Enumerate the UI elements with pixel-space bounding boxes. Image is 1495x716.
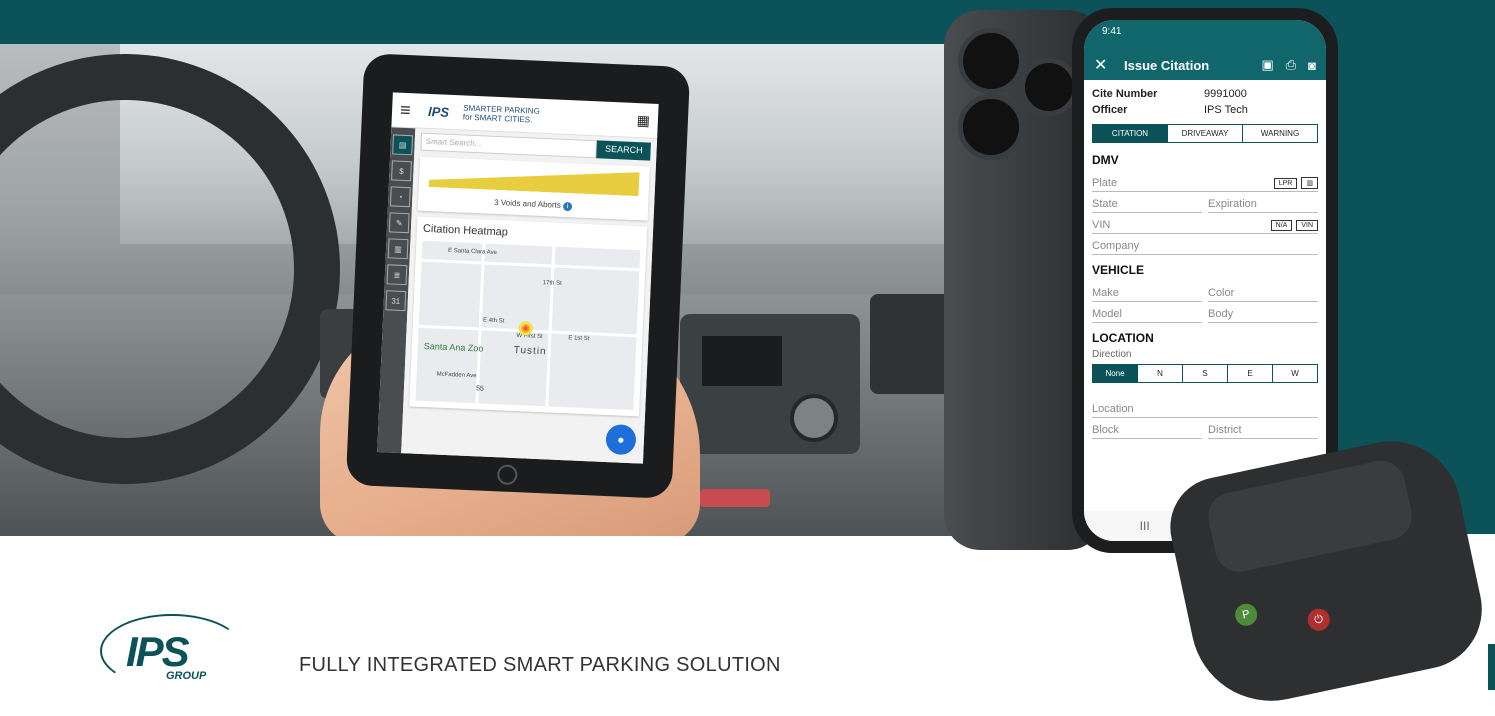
- screen-title: Issue Citation: [1124, 57, 1210, 73]
- vin-scan-button[interactable]: VIN: [1296, 219, 1318, 231]
- smart-search-input[interactable]: Smart Search...: [420, 132, 598, 159]
- direction-s[interactable]: S: [1182, 365, 1227, 382]
- dash-red-light: [700, 489, 770, 507]
- close-icon[interactable]: ✕: [1094, 55, 1124, 75]
- heatmap-map[interactable]: E Santa Clara Ave 17th St E 4th St W Fir…: [415, 240, 641, 411]
- ips-group-logo: IPS GROUP: [92, 608, 244, 690]
- smart-search-bar: Smart Search... SEARCH: [420, 132, 651, 161]
- voids-label: 3 Voids and Aborts i: [424, 195, 642, 214]
- direction-e[interactable]: E: [1227, 365, 1272, 382]
- tablet-screen: ≡ IPS SMARTER PARKING for SMART CITIES. …: [377, 92, 659, 464]
- officer-label: Officer: [1092, 104, 1128, 116]
- info-icon[interactable]: i: [562, 201, 573, 212]
- heatmap-card: Citation Heatmap E Santa Clara Ave 17th …: [409, 216, 648, 417]
- status-bar: 9:41: [1084, 20, 1326, 50]
- location-field[interactable]: Location: [1092, 397, 1318, 418]
- vehicle-heading: VEHICLE: [1092, 263, 1145, 277]
- state-field[interactable]: State: [1092, 192, 1202, 213]
- map-label: 17th St: [542, 280, 562, 287]
- apps-grid-icon[interactable]: ▦: [636, 112, 650, 130]
- map-label: E 1st St: [568, 335, 590, 343]
- tablet-device: ≡ IPS SMARTER PARKING for SMART CITIES. …: [345, 53, 691, 499]
- save-icon[interactable]: ▣: [1261, 57, 1273, 73]
- heatmap-title: Citation Heatmap: [422, 222, 509, 239]
- logo-subtext: GROUP: [166, 670, 207, 682]
- plate-field[interactable]: Plate LPR ▥: [1092, 171, 1318, 192]
- voids-text: 3 Voids and Aborts: [494, 197, 562, 210]
- location-heading: LOCATION: [1092, 331, 1154, 345]
- officer-value: IPS Tech: [1204, 104, 1248, 116]
- citation-type-tabs: CITATION DRIVEAWAY WARNING: [1092, 124, 1318, 143]
- trash-icon[interactable]: ▥: [387, 238, 409, 260]
- cite-number-value: 9991000: [1204, 88, 1247, 100]
- direction-tabs: None N S E W: [1092, 364, 1318, 383]
- tab-citation[interactable]: CITATION: [1093, 125, 1167, 142]
- power-icon[interactable]: ⏻: [1305, 606, 1332, 633]
- direction-w[interactable]: W: [1272, 365, 1317, 382]
- make-field[interactable]: Make: [1092, 281, 1202, 302]
- calendar-icon[interactable]: 31: [385, 290, 407, 312]
- vin-field[interactable]: VIN N/A VIN: [1092, 213, 1318, 234]
- plate-placeholder: Plate: [1092, 177, 1118, 189]
- map-label: McFadden Ave: [436, 371, 477, 380]
- tablet-main: Smart Search... SEARCH 3 Voids and Abort…: [401, 128, 658, 464]
- expiration-field[interactable]: Expiration: [1208, 192, 1318, 213]
- edge-accent: [1488, 644, 1495, 690]
- footer-tagline: FULLY INTEGRATED SMART PARKING SOLUTION: [299, 654, 781, 676]
- citation-form: Cite Number 9991000 Officer IPS Tech CITAT…: [1084, 80, 1326, 439]
- map-label: E Santa Clara Ave: [447, 247, 498, 257]
- lpr-button[interactable]: LPR: [1273, 177, 1298, 189]
- radio-screen: [702, 336, 782, 386]
- status-time: 9:41: [1102, 26, 1122, 37]
- paper-feed-icon[interactable]: P: [1233, 601, 1260, 628]
- recent-apps-button[interactable]: III: [1140, 519, 1150, 533]
- app-title-bar: ✕ Issue Citation ▣ ⎙ ◙: [1084, 50, 1326, 80]
- tab-warning[interactable]: WARNING: [1242, 125, 1317, 142]
- block-field[interactable]: Block: [1092, 418, 1202, 439]
- camera-lens-icon: [1020, 58, 1078, 116]
- camera-icon[interactable]: ◙: [1308, 58, 1316, 73]
- radio-knob: [790, 394, 838, 442]
- cite-number-label: Cite Number: [1092, 88, 1158, 100]
- hamburger-menu-icon[interactable]: ≡: [400, 99, 423, 121]
- direction-n[interactable]: N: [1137, 365, 1182, 382]
- logo-wordmark: IPS: [126, 628, 190, 675]
- tagline-line-2: for SMART CITIES.: [462, 112, 533, 125]
- camera-lens-icon: [958, 28, 1024, 94]
- map-label: E 4th St: [482, 317, 505, 325]
- print-icon[interactable]: ⎙: [1286, 57, 1296, 73]
- dmv-heading: DMV: [1092, 153, 1119, 167]
- direction-none[interactable]: None: [1093, 365, 1137, 382]
- money-icon[interactable]: $: [391, 160, 412, 182]
- map-label: 55: [475, 385, 484, 393]
- search-button[interactable]: SEARCH: [596, 140, 651, 161]
- ips-logo-small: IPS: [427, 103, 450, 120]
- map-label: Tustin: [513, 344, 547, 358]
- document-icon[interactable]: ≣: [386, 264, 408, 286]
- map-label: Santa Ana Zoo: [423, 340, 484, 354]
- pencil-icon[interactable]: ✎: [388, 212, 410, 234]
- printer-lid: [1203, 456, 1417, 577]
- direction-label: Direction: [1092, 349, 1132, 360]
- home-button[interactable]: [496, 464, 518, 486]
- map-road: [545, 246, 556, 407]
- voids-bar: [429, 163, 640, 196]
- camera-lens-icon: [958, 94, 1024, 160]
- gauge-icon[interactable]: ◔: [389, 186, 411, 208]
- map-road: [421, 258, 640, 272]
- district-field[interactable]: District: [1208, 418, 1318, 439]
- company-field[interactable]: Company: [1092, 234, 1318, 255]
- radio-console: [680, 314, 860, 454]
- na-button[interactable]: N/A: [1270, 219, 1293, 231]
- tab-driveaway[interactable]: DRIVEAWAY: [1167, 125, 1242, 142]
- barcode-icon[interactable]: ▥: [1301, 177, 1318, 189]
- vin-placeholder: VIN: [1092, 219, 1111, 231]
- voids-card: 3 Voids and Aborts i: [417, 156, 650, 221]
- model-field[interactable]: Model: [1092, 302, 1202, 323]
- reports-icon[interactable]: ▤: [392, 134, 414, 156]
- color-field[interactable]: Color: [1208, 281, 1318, 302]
- body-field[interactable]: Body: [1208, 302, 1318, 323]
- tablet-tagline: SMARTER PARKING for SMART CITIES.: [463, 103, 637, 129]
